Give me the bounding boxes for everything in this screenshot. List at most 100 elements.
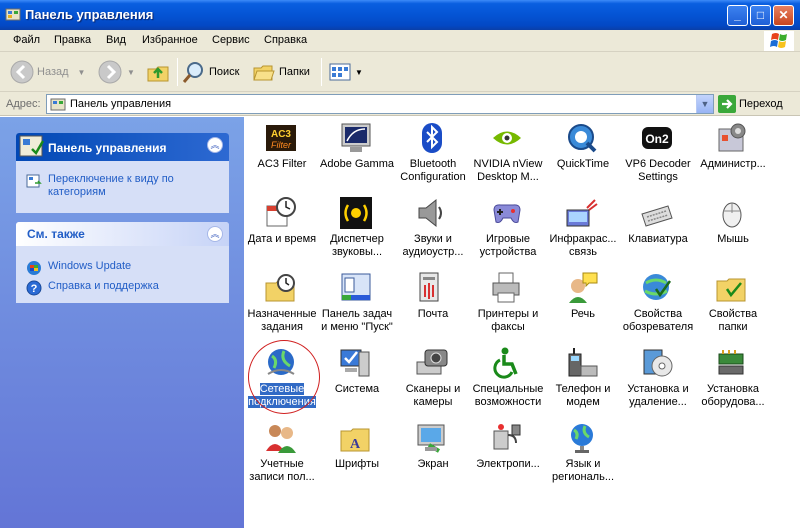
address-value: Панель управления — [70, 98, 172, 110]
menu-tools[interactable]: Сервис — [212, 34, 250, 46]
icon-label: Мышь — [717, 233, 749, 245]
icon-label: QuickTime — [556, 158, 610, 170]
item-network-connections[interactable]: Сетевые подключения — [244, 342, 320, 414]
item-nvidia-nview[interactable]: NVIDIA nView Desktop M... — [470, 117, 546, 189]
address-input[interactable]: Панель управления ▼ — [46, 94, 714, 114]
icon-label: Речь — [570, 308, 596, 320]
item-regional-language[interactable]: Язык и региональ... — [545, 417, 621, 489]
views-button[interactable]: ▼ — [328, 59, 363, 85]
infrared-icon — [566, 199, 598, 227]
item-keyboard[interactable]: Клавиатура — [620, 192, 696, 264]
icon-label: Специальные возможности — [472, 383, 544, 408]
add-hardware-icon — [718, 350, 744, 375]
folders-label: Папки — [279, 66, 310, 78]
item-sounds-audio[interactable]: Звуки и аудиоустр... — [395, 192, 471, 264]
help-support-link[interactable]: ? Справка и поддержка — [26, 280, 159, 296]
power-options-icon — [493, 424, 521, 450]
control-panel-box-header[interactable]: Панель управления ︽ — [16, 133, 229, 161]
item-ac3-filter[interactable]: AC3 Filter AC3 Filter — [244, 117, 320, 189]
item-mail[interactable]: Почта — [395, 267, 471, 339]
views-icon — [329, 63, 351, 81]
item-date-time[interactable]: Дата и время — [244, 192, 320, 264]
search-label: Поиск — [209, 66, 240, 78]
help-icon: ? — [26, 280, 42, 296]
see-also-title: См. также — [27, 227, 85, 241]
toolbar-separator — [177, 58, 178, 86]
item-adobe-gamma[interactable]: Adobe Gamma — [319, 117, 395, 189]
item-power-options[interactable]: Электропи... — [470, 417, 546, 489]
date-time-icon — [266, 197, 296, 227]
item-bluetooth[interactable]: Bluetooth Configuration — [395, 117, 471, 189]
control-panel-icon — [50, 98, 66, 111]
icon-label: Звуки и аудиоустр... — [402, 233, 464, 258]
sound-manager-icon — [340, 197, 372, 229]
icon-label: VP6 Decoder Settings — [625, 158, 691, 183]
item-accessibility[interactable]: Специальные возможности — [470, 342, 546, 414]
title-bar[interactable]: Панель управления _ □ ✕ — [0, 0, 800, 30]
collapse-icon[interactable]: ︽ — [207, 137, 223, 153]
icon-label: Инфракрас... связь — [549, 233, 617, 258]
item-scanners-cameras[interactable]: Сканеры и камеры — [395, 342, 471, 414]
menu-help[interactable]: Справка — [264, 34, 307, 46]
item-quicktime[interactable]: QuickTime — [545, 117, 621, 189]
item-add-remove[interactable]: Установка и удаление... — [620, 342, 696, 414]
item-speech[interactable]: Речь — [545, 267, 621, 339]
quicktime-icon — [568, 124, 597, 153]
gamepad-icon — [493, 204, 521, 223]
menu-favorites[interactable]: Избранное — [142, 34, 198, 46]
item-fonts[interactable]: A Шрифты — [319, 417, 395, 489]
item-user-accounts[interactable]: Учетные записи пол... — [244, 417, 320, 489]
fonts-icon: A — [340, 428, 370, 452]
collapse-icon[interactable]: ︽ — [207, 226, 223, 242]
forward-button[interactable]: ▼ — [98, 59, 135, 85]
go-button[interactable]: Переход — [718, 95, 783, 113]
switch-view-text: Переключение к виду по категориям — [48, 173, 174, 198]
search-icon — [182, 62, 203, 83]
user-accounts-icon — [266, 425, 296, 453]
svg-text:On2: On2 — [645, 132, 669, 146]
back-button[interactable]: Назад ▼ — [10, 59, 85, 85]
item-internet-options[interactable]: Свойства обозревателя — [620, 267, 696, 339]
control-panel-box: Панель управления ︽ Переключение к виду … — [16, 133, 229, 213]
scanner-camera-icon — [416, 349, 448, 375]
item-scheduled-tasks[interactable]: Назначенные задания — [244, 267, 320, 339]
item-taskbar-start[interactable]: Панель задач и меню "Пуск" — [319, 267, 395, 339]
folders-button[interactable]: Папки — [252, 59, 310, 85]
menu-file[interactable]: Файл — [13, 34, 40, 46]
close-button[interactable]: ✕ — [773, 5, 794, 26]
item-administration[interactable]: Администр... — [695, 117, 771, 189]
menu-view[interactable]: Вид — [106, 34, 126, 46]
menu-edit[interactable]: Правка — [54, 34, 91, 46]
window-title: Панель управления — [25, 7, 154, 22]
address-dropdown-button[interactable]: ▼ — [696, 95, 713, 113]
item-display[interactable]: Экран — [395, 417, 471, 489]
windows-update-link[interactable]: Windows Update — [26, 260, 131, 276]
item-sound-manager[interactable]: Диспетчер звуковы... — [319, 192, 395, 264]
item-system[interactable]: Система — [319, 342, 395, 414]
item-printers-faxes[interactable]: Принтеры и факсы — [470, 267, 546, 339]
windows-update-icon — [27, 261, 41, 275]
item-phone-modem[interactable]: Телефон и модем — [545, 342, 621, 414]
item-game-controllers[interactable]: Игровые устройства — [470, 192, 546, 264]
selected-label: Сетевые подключения — [248, 383, 316, 408]
mail-icon — [419, 272, 439, 302]
icon-label: Свойства папки — [708, 308, 758, 333]
item-mouse[interactable]: Мышь — [695, 192, 771, 264]
search-button[interactable]: Поиск — [182, 59, 239, 85]
folder-options-icon — [716, 278, 746, 302]
menu-bar: Файл Правка Вид Избранное Сервис Справка — [0, 30, 800, 52]
maximize-button[interactable]: □ — [750, 5, 771, 26]
switch-category-view-link[interactable]: Переключение к виду по категориям — [26, 173, 198, 199]
item-add-hardware[interactable]: Установка оборудова... — [695, 342, 771, 414]
scheduled-tasks-icon — [265, 274, 295, 302]
item-folder-options[interactable]: Свойства папки — [695, 267, 771, 339]
up-folder-button[interactable] — [146, 59, 170, 85]
item-vp6-decoder[interactable]: On2 VP6 Decoder Settings — [620, 117, 696, 189]
see-also-box-header[interactable]: См. также ︽ — [16, 222, 229, 246]
go-label: Переход — [739, 98, 783, 110]
network-connections-icon — [267, 349, 295, 375]
item-infrared[interactable]: Инфракрас... связь — [545, 192, 621, 264]
minimize-button[interactable]: _ — [727, 5, 748, 26]
bluetooth-icon — [422, 123, 442, 153]
system-icon — [340, 349, 370, 377]
